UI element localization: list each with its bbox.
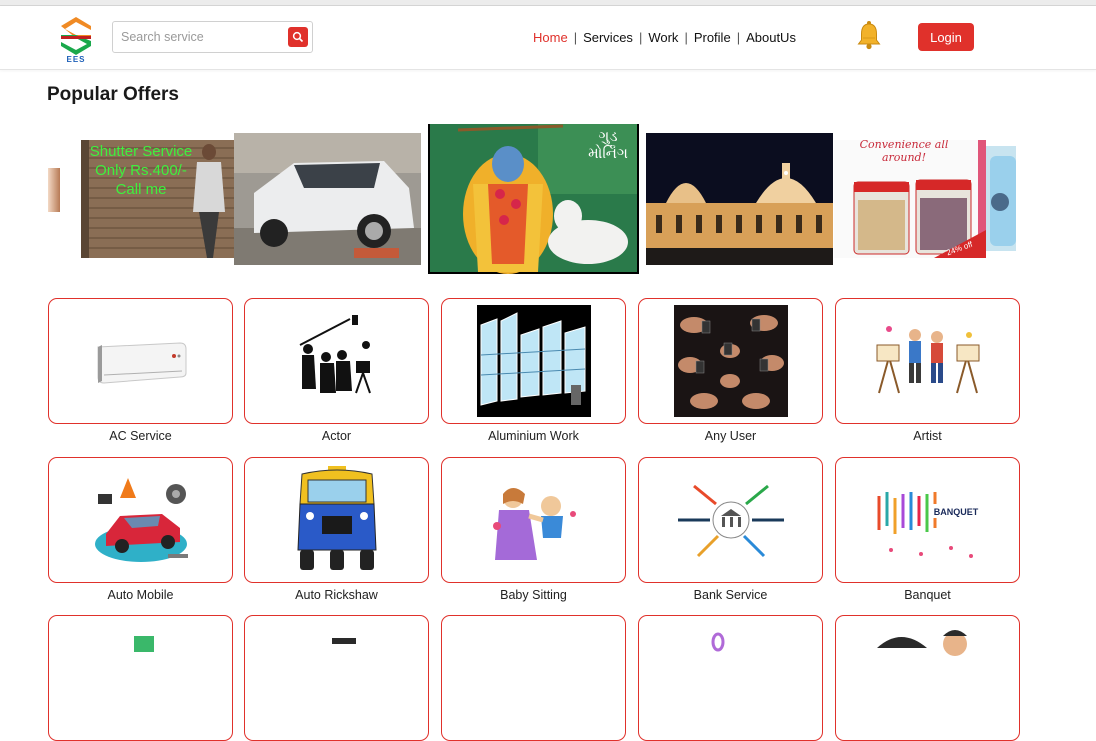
car-photo [234,133,421,265]
service-label: Artist [913,429,942,443]
search-box [112,21,313,53]
service-card-auto-rickshaw[interactable] [244,457,429,583]
nav-services[interactable]: Services [583,30,633,45]
service-thumbnail [84,622,198,734]
offer-slide-partial-right[interactable] [986,146,1016,251]
nav-aboutus[interactable]: AboutUs [746,30,796,45]
service-card-artist[interactable] [835,298,1020,424]
convenience-text: Convenience all around! [859,140,949,164]
service-thumbnail [871,622,985,734]
service-label: Aluminium Work [488,429,579,443]
aluminium-windows-icon [477,305,591,417]
bank-icon [674,464,788,576]
nav-work[interactable]: Work [648,30,678,45]
service-thumbnail [280,622,394,734]
ees-logo[interactable]: EES [58,14,94,64]
service-card-ac-service[interactable] [48,298,233,424]
service-label: Bank Service [693,588,768,602]
greeting-text: ગુડ મોર્નિંગ [588,128,628,162]
nav-separator: | [684,29,688,45]
offers-carousel[interactable]: Shutter Service Only Rs.400/- Call me ગુ… [48,118,1016,278]
svg-text:BANQUET: BANQUET [934,507,979,517]
rickshaw-icon [280,464,394,576]
service-card-row3-3[interactable] [441,615,626,741]
search-button[interactable] [288,27,308,47]
service-card-banquet[interactable]: BANQUET [835,457,1020,583]
service-card-actor[interactable] [244,298,429,424]
search-icon [292,31,304,43]
phones-hands-icon [674,305,788,417]
service-card-auto-mobile[interactable] [48,457,233,583]
service-card-row3-5[interactable] [835,615,1020,741]
popular-offers-title: Popular Offers [47,84,179,105]
painters-icon [871,305,985,417]
bell-icon[interactable] [856,20,882,50]
service-label: Banquet [904,588,951,602]
service-thumbnail [674,622,788,734]
phone-photo [986,146,1016,251]
offer-slide-greeting[interactable]: ગુડ મોર્નિંગ [428,124,639,274]
service-label: Auto Rickshaw [295,588,378,602]
offer-slide-car[interactable] [234,133,421,265]
shutter-ad-text: Shutter Service Only Rs.400/- Call me [89,143,193,198]
service-card-row3-4[interactable] [638,615,823,741]
service-label: Actor [321,429,352,443]
logo-text: EES [66,55,86,64]
navbar: EES Home | Services | Work | Profile | A… [0,6,1096,70]
nav-profile[interactable]: Profile [694,30,731,45]
nav-separator: | [638,29,643,45]
service-label: AC Service [109,429,172,443]
search-input[interactable] [121,28,281,46]
nav-home[interactable]: Home [533,30,568,45]
service-card-baby-sitting[interactable] [441,457,626,583]
service-card-aluminium-work[interactable] [441,298,626,424]
offer-slide-convenience[interactable]: Convenience all around! 24% off [834,140,986,258]
offer-slide-palace[interactable] [646,133,833,265]
offer-slide-shutter-service[interactable]: Shutter Service Only Rs.400/- Call me [81,140,235,258]
service-label: Baby Sitting [500,588,567,602]
palace-photo [646,133,833,265]
baby-sitting-icon [477,464,591,576]
login-button[interactable]: Login [918,23,974,51]
service-card-bank-service[interactable] [638,457,823,583]
service-label: Any User [704,429,757,443]
service-card-any-user[interactable] [638,298,823,424]
main-nav: Home | Services | Work | Profile | About… [533,28,796,46]
film-crew-icon [280,305,394,417]
banquet-icon: BANQUET [871,464,985,576]
service-label: Auto Mobile [107,588,174,602]
nav-separator: | [736,29,741,45]
service-card-row3-2[interactable] [244,615,429,741]
nav-separator: | [573,29,578,45]
service-card-row3-1[interactable] [48,615,233,741]
offer-slide-partial-left[interactable] [48,168,60,212]
ac-unit-icon [84,305,198,417]
car-repair-icon [84,464,198,576]
